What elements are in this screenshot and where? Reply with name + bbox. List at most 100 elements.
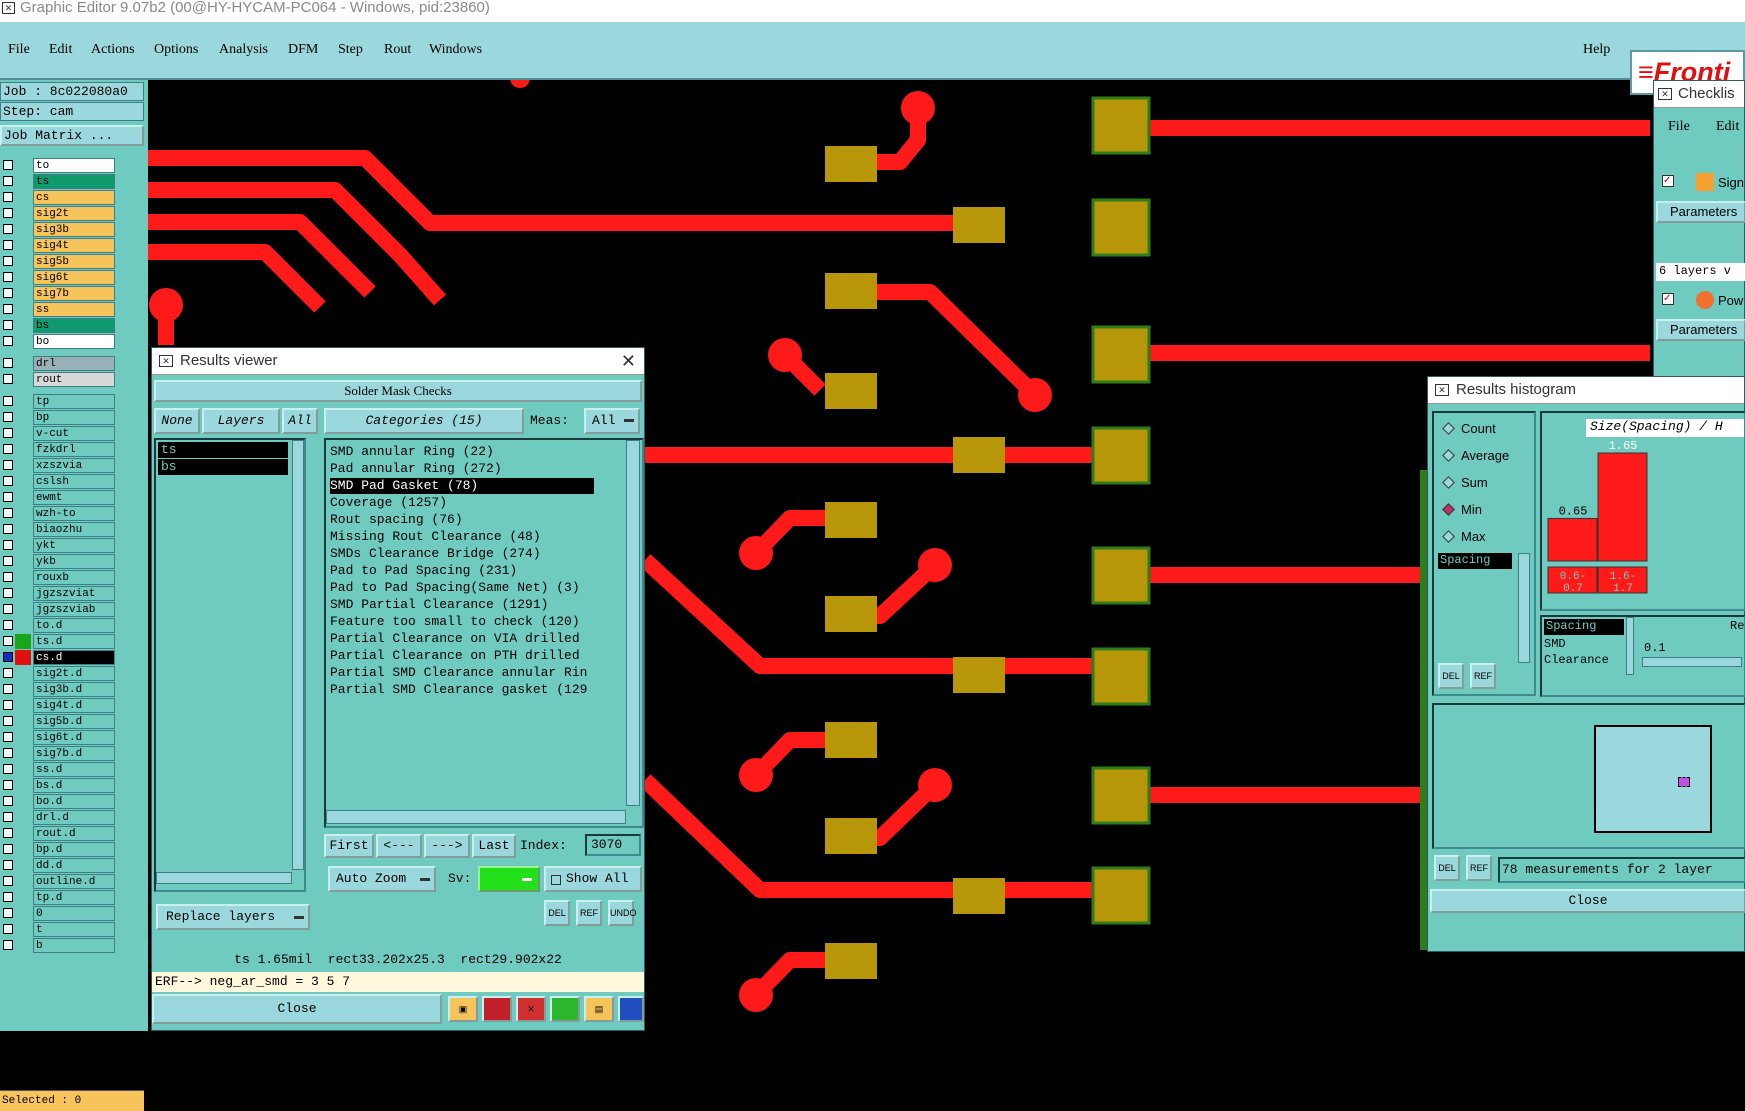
layer-checkbox[interactable]: [3, 256, 13, 266]
checklist-menu-edit[interactable]: Edit: [1716, 119, 1739, 135]
layer-row[interactable]: v-cut: [0, 426, 117, 441]
layer-name[interactable]: ykb: [33, 554, 115, 569]
next-button[interactable]: --->: [424, 834, 470, 858]
layer-name[interactable]: dd.d: [33, 858, 115, 873]
layer-checkbox[interactable]: [3, 224, 13, 234]
histogram-bar[interactable]: [1547, 517, 1598, 562]
layer-row[interactable]: sig4t.d: [0, 698, 117, 713]
layer-row[interactable]: sig7b.d: [0, 746, 117, 761]
categories-button[interactable]: Categories (15): [324, 408, 524, 434]
layer-name[interactable]: rouxb: [33, 570, 115, 585]
layer-name[interactable]: bo: [33, 334, 115, 349]
layer-checkbox[interactable]: [3, 176, 13, 186]
category-item[interactable]: Pad to Pad Spacing (231): [330, 563, 594, 579]
layer-row[interactable]: sig4t: [0, 238, 117, 253]
layer-name[interactable]: sig6t.d: [33, 730, 115, 745]
category-item[interactable]: Feature too small to check (120): [330, 614, 594, 630]
category-item[interactable]: Pad annular Ring (272): [330, 461, 594, 477]
layer-name[interactable]: bo.d: [33, 794, 115, 809]
layer-checkbox[interactable]: [3, 556, 13, 566]
tool-icon-3[interactable]: ✕: [516, 996, 546, 1022]
layer-row[interactable]: sig5b.d: [0, 714, 117, 729]
layer-name[interactable]: bs: [33, 318, 115, 333]
layer-name[interactable]: sig4t: [33, 238, 115, 253]
layer-name[interactable]: sig6t: [33, 270, 115, 285]
layer-row[interactable]: drl: [0, 356, 117, 371]
layer-checkbox[interactable]: [3, 812, 13, 822]
layer-row[interactable]: sig7b: [0, 286, 117, 301]
layer-checkbox[interactable]: [3, 796, 13, 806]
checklist-item1-checkbox[interactable]: ✓: [1662, 175, 1674, 187]
layer-checkbox[interactable]: [3, 396, 13, 406]
layer-name[interactable]: jgzszviat: [33, 586, 115, 601]
layer-name[interactable]: fzkdrl: [33, 442, 115, 457]
layer-name[interactable]: outline.d: [33, 874, 115, 889]
layer-name[interactable]: drl.d: [33, 810, 115, 825]
tool-icon-1[interactable]: ▣: [448, 996, 478, 1022]
layer-name[interactable]: tp.d: [33, 890, 115, 905]
layer-name[interactable]: sig5b: [33, 254, 115, 269]
layer-row[interactable]: dd.d: [0, 858, 117, 873]
cat-smd[interactable]: SMD: [1544, 637, 1566, 651]
layers-list[interactable]: ts bs: [154, 438, 306, 892]
tool-icon-5[interactable]: ▤: [584, 996, 614, 1022]
layer-checkbox[interactable]: [3, 492, 13, 502]
layer-checkbox[interactable]: [3, 412, 13, 422]
layer-checkbox[interactable]: [3, 272, 13, 282]
layer-row[interactable]: cslsh: [0, 474, 117, 489]
layer-row[interactable]: cs.d: [0, 650, 117, 665]
layer-checkbox[interactable]: [3, 764, 13, 774]
histogram-ref2-button[interactable]: REF: [1466, 855, 1492, 881]
layer-name[interactable]: ss: [33, 302, 115, 317]
layer-row[interactable]: outline.d: [0, 874, 117, 889]
layer-checkbox[interactable]: [3, 748, 13, 758]
menu-dfm[interactable]: DFM: [288, 42, 318, 58]
category-item[interactable]: Rout spacing (76): [330, 512, 594, 528]
menu-options[interactable]: Options: [154, 42, 198, 58]
layer-name[interactable]: sig3b: [33, 222, 115, 237]
histogram-icon[interactable]: [618, 996, 644, 1022]
category-item[interactable]: Partial SMD Clearance gasket (129: [330, 682, 594, 698]
layer-name[interactable]: sig3b.d: [33, 682, 115, 697]
layer-checkbox[interactable]: [3, 460, 13, 470]
layer-name[interactable]: biaozhu: [33, 522, 115, 537]
layer-checkbox[interactable]: [3, 304, 13, 314]
show-all-checkbox[interactable]: [551, 875, 561, 885]
category-item[interactable]: Partial SMD Clearance annular Rin: [330, 665, 594, 681]
tool-icon-2[interactable]: [482, 996, 512, 1022]
layer-row[interactable]: cs: [0, 190, 117, 205]
layer-name[interactable]: 0: [33, 906, 115, 921]
layer-checkbox[interactable]: [3, 940, 13, 950]
layer-name[interactable]: sig7b.d: [33, 746, 115, 761]
layer-checkbox[interactable]: [3, 876, 13, 886]
layer-name[interactable]: cs: [33, 190, 115, 205]
layer-checkbox[interactable]: [3, 320, 13, 330]
layer-name[interactable]: sig5b.d: [33, 714, 115, 729]
layer-row[interactable]: wzh-to: [0, 506, 117, 521]
ref-button[interactable]: REF: [576, 900, 602, 926]
category-item[interactable]: Partial Clearance on PTH drilled: [330, 648, 594, 664]
layer-checkbox[interactable]: [3, 358, 13, 368]
layer-checkbox[interactable]: [3, 476, 13, 486]
menu-file[interactable]: File: [8, 42, 30, 58]
histogram-list-scrollbar[interactable]: [1518, 553, 1530, 663]
layer-name[interactable]: wzh-to: [33, 506, 115, 521]
del-button[interactable]: DEL: [544, 900, 570, 926]
layer-checkbox[interactable]: [3, 428, 13, 438]
layer-row[interactable]: xzszvia: [0, 458, 117, 473]
layer-row[interactable]: ts.d: [0, 634, 117, 649]
checklist-item2-checkbox[interactable]: ✓: [1662, 293, 1674, 305]
layer-checkbox[interactable]: [3, 604, 13, 614]
layer-checkbox[interactable]: [3, 240, 13, 250]
layer-name[interactable]: cslsh: [33, 474, 115, 489]
layer-row[interactable]: ykt: [0, 538, 117, 553]
layers-hscrollbar[interactable]: [156, 872, 292, 884]
layer-row[interactable]: to.d: [0, 618, 117, 633]
layer-row[interactable]: jgzszviab: [0, 602, 117, 617]
layer-name[interactable]: t: [33, 922, 115, 937]
layer-checkbox[interactable]: [3, 540, 13, 550]
index-input[interactable]: 3070: [585, 834, 641, 856]
layer-checkbox[interactable]: [3, 780, 13, 790]
spacing-item[interactable]: Spacing: [1438, 553, 1512, 569]
layer-checkbox[interactable]: [3, 700, 13, 710]
